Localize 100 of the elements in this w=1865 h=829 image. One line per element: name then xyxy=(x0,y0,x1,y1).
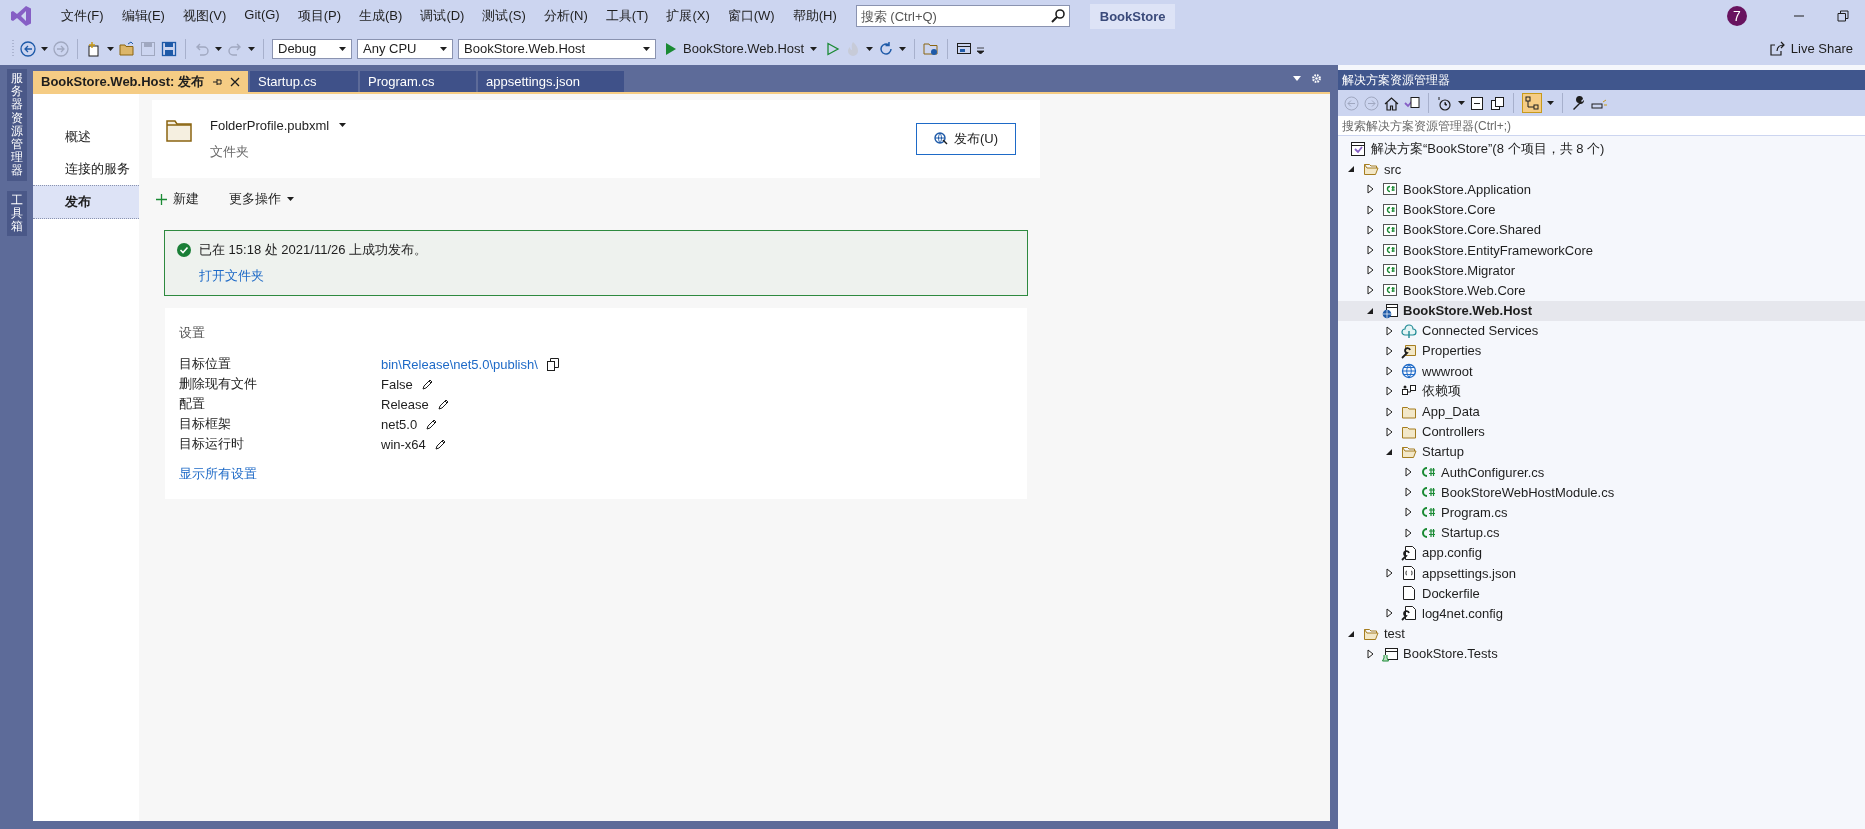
document-tab[interactable]: Startup.cs xyxy=(250,71,358,92)
tree-item[interactable]: wwwroot xyxy=(1338,361,1865,382)
document-tab[interactable]: BookStore.Web.Host: 发布 xyxy=(33,71,248,92)
refresh-icon[interactable] xyxy=(878,40,895,57)
menu-item[interactable]: 生成(B) xyxy=(350,3,412,29)
app-logo-icon[interactable] xyxy=(10,5,32,27)
menu-item[interactable]: 帮助(H) xyxy=(783,3,846,29)
copy-icon[interactable] xyxy=(546,357,559,371)
collapsed-arrow-icon[interactable] xyxy=(1366,204,1374,215)
search-field[interactable]: 搜索解决方案资源管理器(Ctrl+;) xyxy=(1338,116,1865,136)
publish-button[interactable]: 发布(U) xyxy=(916,123,1016,155)
collapsed-arrow-icon[interactable] xyxy=(1404,467,1412,478)
startup-project-dropdown[interactable]: BookStore.Web.Host xyxy=(458,38,656,59)
collapsed-arrow-icon[interactable] xyxy=(1385,426,1393,437)
live-share-button[interactable]: Live Share xyxy=(1764,40,1857,57)
search-field[interactable]: 搜索 (Ctrl+Q) xyxy=(855,5,1070,27)
open-folder-link[interactable]: 打开文件夹 xyxy=(199,267,1015,285)
new-project-icon[interactable] xyxy=(86,40,102,57)
expanded-arrow-icon[interactable] xyxy=(1385,447,1393,456)
pin-icon[interactable] xyxy=(212,76,222,87)
tree-item[interactable]: test xyxy=(1338,623,1865,644)
menu-item[interactable]: 调试(D) xyxy=(411,3,474,29)
collapsed-arrow-icon[interactable] xyxy=(1385,608,1393,619)
collapsed-arrow-icon[interactable] xyxy=(1385,406,1393,417)
tree-item[interactable]: Controllers xyxy=(1338,421,1865,442)
collapsed-arrow-icon[interactable] xyxy=(1366,648,1374,659)
tree-item[interactable]: Startup.cs xyxy=(1338,522,1865,543)
edit-icon[interactable] xyxy=(434,438,446,450)
close-icon[interactable] xyxy=(230,76,240,87)
collapsed-arrow-icon[interactable] xyxy=(1366,245,1374,256)
edit-icon[interactable] xyxy=(426,418,438,430)
open-folder-icon[interactable] xyxy=(119,40,135,57)
document-tab[interactable]: appsettings.json xyxy=(478,71,624,92)
menu-item[interactable]: 编辑(E) xyxy=(112,3,174,29)
menu-item[interactable]: 视图(V) xyxy=(173,3,236,29)
menu-item[interactable]: 项目(P) xyxy=(288,3,351,29)
tree-item[interactable]: 解决方案“BookStore”(8 个项目，共 8 个) xyxy=(1338,139,1865,160)
tree-item[interactable]: BookStore.Web.Core xyxy=(1338,280,1865,301)
platform-dropdown[interactable]: Any CPU xyxy=(357,38,453,59)
nav-item[interactable]: 发布 xyxy=(33,185,139,219)
collapsed-arrow-icon[interactable] xyxy=(1385,366,1393,377)
save-all-icon[interactable] xyxy=(161,40,177,57)
tree-item[interactable]: app.config xyxy=(1338,542,1865,563)
collapsed-arrow-icon[interactable] xyxy=(1404,487,1412,498)
path-link[interactable]: bin\Release\net5.0\publish\ xyxy=(381,356,538,372)
document-tab[interactable]: Program.cs xyxy=(360,71,476,92)
tree-item[interactable]: BookStore.EntityFrameworkCore xyxy=(1338,239,1865,261)
tree-item[interactable]: src xyxy=(1338,159,1865,180)
window-layout-icon[interactable] xyxy=(956,40,973,57)
more-actions-menu[interactable]: 更多操作 xyxy=(229,190,294,208)
edit-icon[interactable] xyxy=(437,398,449,410)
collapsed-arrow-icon[interactable] xyxy=(1385,325,1393,336)
menu-item[interactable]: Git(G) xyxy=(235,3,289,29)
expanded-arrow-icon[interactable] xyxy=(1347,165,1355,174)
copy-windows-icon[interactable] xyxy=(1490,95,1505,111)
new-button[interactable]: 新建 xyxy=(156,190,199,208)
tree-item[interactable]: BookStore.Migrator xyxy=(1338,260,1865,281)
start-without-debugging-icon[interactable] xyxy=(826,41,841,56)
expanded-arrow-icon[interactable] xyxy=(1347,629,1355,638)
wrench-icon[interactable] xyxy=(1571,95,1586,111)
tree-item[interactable]: BookStore.Tests xyxy=(1338,643,1865,664)
tree-item[interactable]: BookStore.Core.Shared xyxy=(1338,219,1865,240)
collapsed-arrow-icon[interactable] xyxy=(1385,345,1393,356)
tree-item[interactable]: BookStoreWebHostModule.cs xyxy=(1338,482,1865,503)
tree-item[interactable]: Startup xyxy=(1338,441,1865,462)
collapsed-arrow-icon[interactable] xyxy=(1385,386,1393,397)
settings-icon[interactable] xyxy=(1311,73,1322,84)
menu-item[interactable]: 测试(S) xyxy=(473,3,535,29)
tree-item[interactable]: Properties xyxy=(1338,340,1865,362)
menu-item[interactable]: 工具(T) xyxy=(596,3,658,29)
collapsed-arrow-icon[interactable] xyxy=(1385,568,1393,579)
tab-list-icon[interactable] xyxy=(1293,76,1301,81)
menu-item[interactable]: 扩展(X) xyxy=(657,3,719,29)
tree-item[interactable]: BookStore.Core xyxy=(1338,199,1865,220)
tree-item[interactable]: BookStore.Web.Host xyxy=(1338,300,1865,321)
menu-item[interactable]: 窗口(W) xyxy=(718,3,784,29)
tree-item[interactable]: App_Data xyxy=(1338,401,1865,422)
collapsed-arrow-icon[interactable] xyxy=(1366,184,1374,195)
tree-item[interactable]: AuthConfigurer.cs xyxy=(1338,462,1865,483)
tree-item[interactable]: BookStore.Application xyxy=(1338,179,1865,200)
nav-item[interactable]: 概述 xyxy=(33,121,139,153)
tree-item[interactable]: appsettings.json xyxy=(1338,562,1865,584)
back-icon[interactable] xyxy=(20,40,36,57)
configuration-dropdown[interactable]: Debug xyxy=(272,38,352,59)
nav-item[interactable]: 连接的服务 xyxy=(33,153,139,185)
collapsed-arrow-icon[interactable] xyxy=(1366,285,1374,296)
show-all-settings-link[interactable]: 显示所有设置 xyxy=(179,465,257,483)
side-tab[interactable]: 服务器资源管理器 xyxy=(6,69,27,181)
collapsed-arrow-icon[interactable] xyxy=(1366,265,1374,276)
expanded-arrow-icon[interactable] xyxy=(1366,306,1374,315)
account-badge[interactable]: 7 xyxy=(1727,6,1747,26)
tree-item[interactable]: log4net.config xyxy=(1338,603,1865,624)
collapsed-arrow-icon[interactable] xyxy=(1404,527,1412,538)
tree-item[interactable]: Program.cs xyxy=(1338,502,1865,523)
tree-item[interactable]: 依赖项 xyxy=(1338,381,1865,402)
collapsed-arrow-icon[interactable] xyxy=(1404,507,1412,518)
menu-item[interactable]: 分析(N) xyxy=(534,3,597,29)
tree-item[interactable]: Connected Services xyxy=(1338,320,1865,341)
side-tab[interactable]: 工具箱 xyxy=(6,190,27,237)
collapse-all-icon[interactable] xyxy=(1470,95,1485,111)
